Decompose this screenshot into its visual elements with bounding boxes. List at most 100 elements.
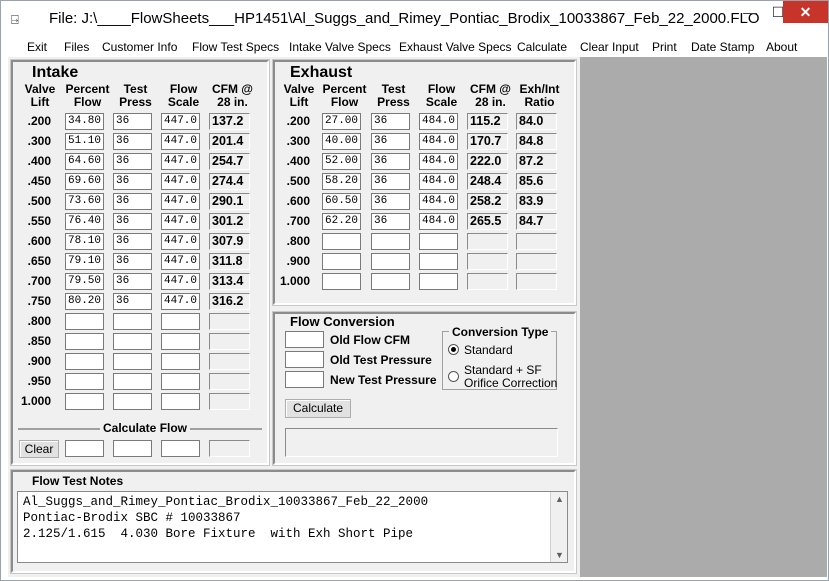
intake-press-input[interactable]	[113, 393, 152, 410]
calc-flow-pct-input[interactable]	[65, 440, 104, 457]
intake-scale-input[interactable]: 447.0	[161, 233, 200, 250]
exhaust-pct-input[interactable]	[322, 233, 361, 250]
scroll-up-icon[interactable]: ▲	[555, 494, 564, 504]
intake-press-input[interactable]: 36	[113, 193, 152, 210]
intake-pct-input[interactable]: 80.20	[65, 293, 104, 310]
intake-press-input[interactable]	[113, 333, 152, 350]
menu-files[interactable]: Files	[64, 40, 89, 54]
intake-scale-input[interactable]: 447.0	[161, 293, 200, 310]
menu-about[interactable]: About	[766, 40, 797, 54]
intake-pct-input[interactable]: 34.80	[65, 113, 104, 130]
exhaust-pct-input[interactable]: 40.00	[322, 133, 361, 150]
standard-radio[interactable]	[448, 344, 459, 355]
exhaust-press-input[interactable]: 36	[371, 173, 410, 190]
intake-scale-input[interactable]: 447.0	[161, 153, 200, 170]
intake-scale-input[interactable]	[161, 393, 200, 410]
calc-flow-scale-input[interactable]	[161, 440, 200, 457]
menu-print[interactable]: Print	[652, 40, 677, 54]
intake-press-input[interactable]: 36	[113, 153, 152, 170]
intake-press-input[interactable]: 36	[113, 113, 152, 130]
exhaust-press-input[interactable]	[371, 253, 410, 270]
menu-exhaust-valve-specs[interactable]: Exhaust Valve Specs	[399, 40, 512, 54]
menu-exit[interactable]: Exit	[27, 40, 47, 54]
intake-press-input[interactable]: 36	[113, 293, 152, 310]
intake-pct-input[interactable]: 79.10	[65, 253, 104, 270]
exhaust-press-input[interactable]: 36	[371, 213, 410, 230]
exhaust-press-input[interactable]: 36	[371, 193, 410, 210]
intake-press-input[interactable]: 36	[113, 213, 152, 230]
exhaust-pct-input[interactable]: 60.50	[322, 193, 361, 210]
clear-button[interactable]: Clear	[19, 440, 59, 458]
intake-press-input[interactable]	[113, 313, 152, 330]
intake-press-input[interactable]	[113, 373, 152, 390]
intake-scale-input[interactable]: 447.0	[161, 133, 200, 150]
menu-customer-info[interactable]: Customer Info	[102, 40, 177, 54]
close-button[interactable]: ✕	[783, 1, 828, 23]
intake-scale-input[interactable]: 447.0	[161, 213, 200, 230]
intake-scale-input[interactable]: 447.0	[161, 173, 200, 190]
intake-scale-input[interactable]: 447.0	[161, 193, 200, 210]
intake-scale-input[interactable]: 447.0	[161, 273, 200, 290]
intake-pct-input[interactable]	[65, 333, 104, 350]
intake-press-input[interactable]: 36	[113, 133, 152, 150]
menu-intake-valve-specs[interactable]: Intake Valve Specs	[289, 40, 391, 54]
intake-pct-input[interactable]: 73.60	[65, 193, 104, 210]
flow-test-notes-textarea[interactable]: Al_Suggs_and_Rimey_Pontiac_Brodix_100338…	[17, 491, 568, 563]
intake-press-input[interactable]: 36	[113, 273, 152, 290]
minimize-button[interactable]: —	[735, 1, 765, 23]
notes-scrollbar[interactable]: ▲ ▼	[550, 492, 567, 562]
menu-flow-test-specs[interactable]: Flow Test Specs	[192, 40, 279, 54]
exhaust-pct-input[interactable]: 27.00	[322, 113, 361, 130]
exhaust-scale-input[interactable]	[419, 273, 458, 290]
intake-pct-input[interactable]: 51.10	[65, 133, 104, 150]
intake-scale-input[interactable]	[161, 373, 200, 390]
intake-pct-input[interactable]	[65, 313, 104, 330]
intake-pct-input[interactable]: 79.50	[65, 273, 104, 290]
intake-pct-input[interactable]: 64.60	[65, 153, 104, 170]
exhaust-scale-input[interactable]: 484.0	[419, 173, 458, 190]
exhaust-pct-input[interactable]: 58.20	[322, 173, 361, 190]
calc-flow-press-input[interactable]	[113, 440, 152, 457]
intake-scale-input[interactable]: 447.0	[161, 113, 200, 130]
app-icon[interactable]: ⍈	[11, 12, 19, 28]
standard-sf-radio[interactable]	[448, 371, 459, 382]
intake-scale-input[interactable]	[161, 313, 200, 330]
exhaust-press-input[interactable]	[371, 233, 410, 250]
exhaust-scale-input[interactable]: 484.0	[419, 213, 458, 230]
intake-pct-input[interactable]	[65, 373, 104, 390]
intake-scale-input[interactable]: 447.0	[161, 253, 200, 270]
old-test-pressure-input[interactable]	[285, 351, 324, 368]
new-test-pressure-input[interactable]	[285, 371, 324, 388]
scroll-down-icon[interactable]: ▼	[555, 550, 564, 560]
exhaust-scale-input[interactable]: 484.0	[419, 193, 458, 210]
conversion-calculate-button[interactable]: Calculate	[285, 399, 351, 418]
intake-press-input[interactable]: 36	[113, 253, 152, 270]
menu-calculate[interactable]: Calculate	[517, 40, 567, 54]
intake-press-input[interactable]	[113, 353, 152, 370]
exhaust-scale-input[interactable]: 484.0	[419, 153, 458, 170]
menu-clear-input[interactable]: Clear Input	[580, 40, 639, 54]
exhaust-pct-input[interactable]: 62.20	[322, 213, 361, 230]
menu-date-stamp[interactable]: Date Stamp	[691, 40, 754, 54]
exhaust-scale-input[interactable]: 484.0	[419, 133, 458, 150]
intake-press-input[interactable]: 36	[113, 173, 152, 190]
exhaust-pct-input[interactable]	[322, 273, 361, 290]
intake-pct-input[interactable]	[65, 393, 104, 410]
intake-pct-input[interactable]	[65, 353, 104, 370]
intake-pct-input[interactable]: 76.40	[65, 213, 104, 230]
exhaust-press-input[interactable]: 36	[371, 133, 410, 150]
old-flow-cfm-input[interactable]	[285, 331, 324, 348]
exhaust-pct-input[interactable]	[322, 253, 361, 270]
exhaust-pct-input[interactable]: 52.00	[322, 153, 361, 170]
intake-press-input[interactable]: 36	[113, 233, 152, 250]
intake-pct-input[interactable]: 78.10	[65, 233, 104, 250]
exhaust-scale-input[interactable]	[419, 253, 458, 270]
intake-scale-input[interactable]	[161, 333, 200, 350]
intake-scale-input[interactable]	[161, 353, 200, 370]
exhaust-press-input[interactable]	[371, 273, 410, 290]
exhaust-press-input[interactable]: 36	[371, 153, 410, 170]
exhaust-press-input[interactable]: 36	[371, 113, 410, 130]
exhaust-scale-input[interactable]	[419, 233, 458, 250]
intake-pct-input[interactable]: 69.60	[65, 173, 104, 190]
exhaust-scale-input[interactable]: 484.0	[419, 113, 458, 130]
